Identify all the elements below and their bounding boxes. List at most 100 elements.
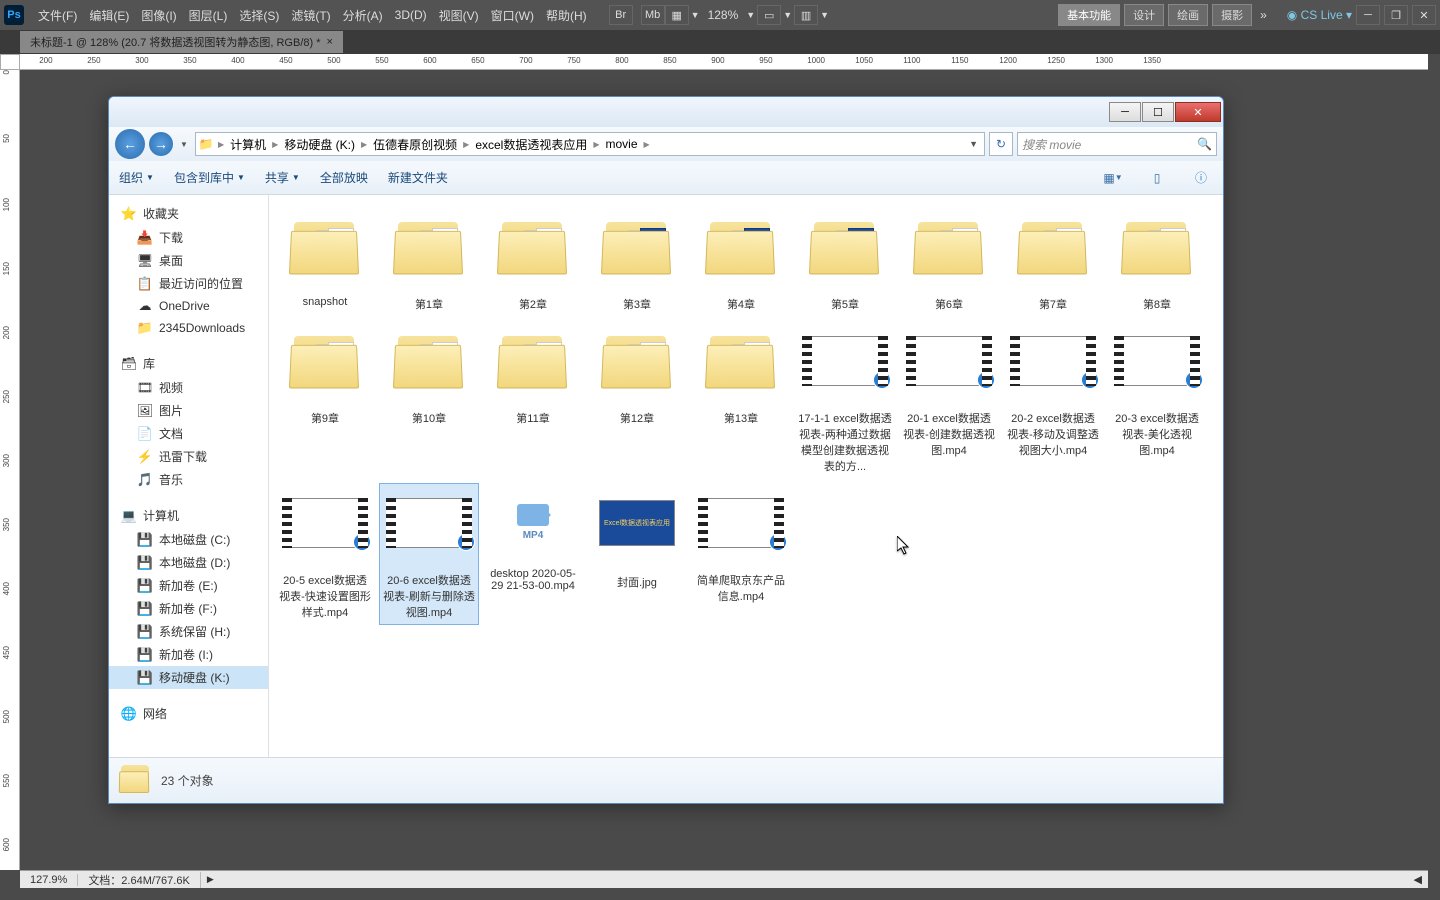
image-item[interactable]: Excel数据透视表应用 封面.jpg [587, 483, 687, 625]
folder-item[interactable]: 第6章 [899, 207, 999, 317]
breadcrumb-sep-icon[interactable]: ▶ [591, 140, 601, 149]
folder-item[interactable]: 第11章 [483, 321, 583, 479]
breadcrumb-sep-icon[interactable]: ▶ [270, 140, 280, 149]
sidebar-item-music[interactable]: 🎵音乐 [109, 468, 268, 491]
menu-view[interactable]: 视图(V) [433, 7, 485, 24]
minibridge-icon[interactable]: Mb [641, 5, 665, 25]
menu-edit[interactable]: 编辑(E) [83, 7, 135, 24]
arrange-icon[interactable]: ▥ [794, 5, 818, 25]
sidebar-item-pictures[interactable]: 🖼图片 [109, 399, 268, 422]
video-item[interactable]: 20-5 excel数据透视表-快速设置图形样式.mp4 [275, 483, 375, 625]
workspace-design[interactable]: 设计 [1124, 4, 1164, 26]
address-bar[interactable]: 📁 ▶ 计算机 ▶ 移动硬盘 (K:) ▶ 伍德春原创视频 ▶ excel数据透… [195, 132, 985, 156]
sidebar-item-2345downloads[interactable]: 📁2345Downloads [109, 317, 268, 339]
sidebar-item-drive-i[interactable]: 💾新加卷 (I:) [109, 643, 268, 666]
nav-back-button[interactable]: ← [115, 129, 145, 159]
toolbar-play-all[interactable]: 全部放映 [320, 169, 368, 186]
sidebar-item-videos[interactable]: 🎞视频 [109, 376, 268, 399]
breadcrumb-folder1[interactable]: 伍德春原创视频 [369, 136, 461, 153]
ps-close-icon[interactable]: ✕ [1412, 5, 1436, 25]
screen-mode-icon[interactable]: ▭ [757, 5, 781, 25]
video-item[interactable]: 17-1-1 excel数据透视表-两种通过数据模型创建数据透视表的方... [795, 321, 895, 479]
sidebar-item-desktop[interactable]: 🖥桌面 [109, 249, 268, 272]
status-arrow-icon[interactable]: ▶ [201, 874, 220, 885]
help-button[interactable]: ⓘ [1189, 167, 1213, 189]
file-list[interactable]: snapshot 第1章 第2章 第3章 [269, 195, 1223, 757]
sidebar-item-downloads[interactable]: 📥下载 [109, 226, 268, 249]
workspace-essentials[interactable]: 基本功能 [1058, 4, 1120, 26]
breadcrumb-sep-icon[interactable]: ▶ [359, 140, 369, 149]
menu-window[interactable]: 窗口(W) [485, 7, 540, 24]
sidebar-library-header[interactable]: 🗃库 [109, 351, 268, 376]
sidebar-favorites-header[interactable]: ⭐收藏夹 [109, 201, 268, 226]
sidebar-network-header[interactable]: 🌐网络 [109, 701, 268, 726]
workspace-painting[interactable]: 绘画 [1168, 4, 1208, 26]
sidebar-item-drive-f[interactable]: 💾新加卷 (F:) [109, 597, 268, 620]
sidebar-item-drive-h[interactable]: 💾系统保留 (H:) [109, 620, 268, 643]
search-input[interactable]: 搜索 movie 🔍 [1017, 132, 1217, 156]
address-dropdown-icon[interactable]: ▼ [963, 139, 984, 149]
sidebar-item-thunder[interactable]: ⚡迅雷下载 [109, 445, 268, 468]
video-item[interactable]: 20-6 excel数据透视表-刷新与删除透视图.mp4 [379, 483, 479, 625]
toolbar-organize[interactable]: 组织▼ [119, 169, 154, 186]
folder-item[interactable]: 第13章 [691, 321, 791, 479]
zoom-level[interactable]: 128% [702, 8, 745, 22]
toolbar-new-folder[interactable]: 新建文件夹 [388, 169, 448, 186]
menu-filter[interactable]: 滤镜(T) [285, 7, 336, 24]
breadcrumb-computer[interactable]: 计算机 [226, 136, 270, 153]
explorer-minimize-button[interactable]: ─ [1109, 102, 1141, 122]
sidebar-item-recent[interactable]: 📋最近访问的位置 [109, 272, 268, 295]
cs-live-icon[interactable]: ◉ CS Live ▾ [1287, 8, 1352, 22]
workspace-more-icon[interactable]: » [1256, 8, 1271, 22]
sidebar-computer-header[interactable]: 💻计算机 [109, 503, 268, 528]
status-zoom[interactable]: 127.9% [20, 874, 78, 886]
ps-minimize-icon[interactable]: ─ [1356, 5, 1380, 25]
folder-item[interactable]: snapshot [275, 207, 375, 317]
menu-3d[interactable]: 3D(D) [389, 8, 433, 22]
nav-forward-button[interactable]: → [149, 132, 173, 156]
folder-item[interactable]: 第9章 [275, 321, 375, 479]
menu-analysis[interactable]: 分析(A) [337, 7, 389, 24]
menu-image[interactable]: 图像(I) [135, 7, 182, 24]
video-item[interactable]: 简单爬取京东产品信息.mp4 [691, 483, 791, 625]
video-item[interactable]: 20-3 excel数据透视表-美化透视图.mp4 [1107, 321, 1207, 479]
breadcrumb-folder2[interactable]: excel数据透视表应用 [471, 136, 591, 153]
folder-item[interactable]: 第2章 [483, 207, 583, 317]
grid-icon[interactable]: ▦ [665, 5, 689, 25]
menu-layer[interactable]: 图层(L) [183, 7, 234, 24]
breadcrumb-sep-icon[interactable]: ▶ [216, 140, 226, 149]
menu-select[interactable]: 选择(S) [233, 7, 285, 24]
breadcrumb-drive[interactable]: 移动硬盘 (K:) [280, 136, 359, 153]
toolbar-include-library[interactable]: 包含到库中▼ [174, 169, 245, 186]
ps-restore-icon[interactable]: ❐ [1384, 5, 1408, 25]
folder-item[interactable]: 第1章 [379, 207, 479, 317]
explorer-close-button[interactable]: ✕ [1175, 102, 1221, 122]
sidebar-item-drive-e[interactable]: 💾新加卷 (E:) [109, 574, 268, 597]
video-item[interactable]: 20-2 excel数据透视表-移动及调整透视图大小.mp4 [1003, 321, 1103, 479]
sidebar-item-drive-d[interactable]: 💾本地磁盘 (D:) [109, 551, 268, 574]
nav-history-dropdown-icon[interactable]: ▼ [177, 132, 191, 156]
folder-item[interactable]: 第5章 [795, 207, 895, 317]
refresh-button[interactable]: ↻ [989, 132, 1013, 156]
sidebar-item-onedrive[interactable]: ☁OneDrive [109, 295, 268, 317]
sidebar-item-drive-c[interactable]: 💾本地磁盘 (C:) [109, 528, 268, 551]
breadcrumb-sep-icon[interactable]: ▶ [461, 140, 471, 149]
view-mode-button[interactable]: ▦ ▼ [1101, 167, 1125, 189]
folder-item[interactable]: 第4章 [691, 207, 791, 317]
preview-pane-button[interactable]: ▯ [1145, 167, 1169, 189]
search-icon[interactable]: 🔍 [1197, 137, 1212, 151]
folder-item[interactable]: 第3章 [587, 207, 687, 317]
breadcrumb-sep-icon[interactable]: ▶ [642, 140, 652, 149]
sidebar-item-drive-k[interactable]: 💾移动硬盘 (K:) [109, 666, 268, 689]
video-item[interactable]: 20-1 excel数据透视表-创建数据透视图.mp4 [899, 321, 999, 479]
status-doc-size[interactable]: 文档：2.64M/767.6K [78, 872, 201, 888]
bridge-icon[interactable]: Br [609, 5, 633, 25]
mp4-item[interactable]: MP4 desktop 2020-05-29 21-53-00.mp4 [483, 483, 583, 625]
folder-item[interactable]: 第10章 [379, 321, 479, 479]
breadcrumb-current[interactable]: movie [602, 137, 642, 151]
workspace-photo[interactable]: 摄影 [1212, 4, 1252, 26]
explorer-titlebar[interactable]: ─ ☐ ✕ [109, 97, 1223, 127]
explorer-maximize-button[interactable]: ☐ [1142, 102, 1174, 122]
folder-item[interactable]: 第7章 [1003, 207, 1103, 317]
status-scroll-left-icon[interactable]: ◀ [1408, 873, 1428, 886]
